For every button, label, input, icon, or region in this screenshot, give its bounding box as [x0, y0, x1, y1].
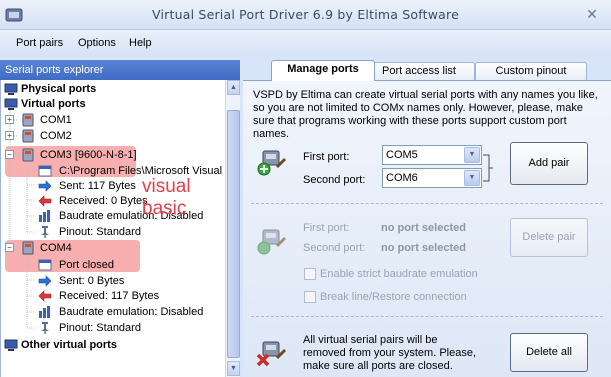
tab-custom-pinout[interactable]: Custom pinout — [475, 62, 587, 80]
application-icon — [38, 259, 52, 271]
collapse-toggle[interactable]: − — [5, 243, 14, 252]
second-port-label: Second port: — [303, 174, 366, 186]
tree-label: COM2 — [40, 130, 72, 142]
title-bar: Virtual Serial Port Driver 6.9 by Eltima… — [0, 0, 611, 30]
delete-first-port-label: First port: — [303, 222, 350, 234]
bar-chart-icon — [39, 210, 50, 222]
add-pair-button[interactable]: Add pair — [510, 142, 588, 185]
serial-ports-explorer: Physical ports Virtual ports + COM1 + CO… — [0, 80, 240, 377]
explorer-header: Serial ports explorer — [0, 60, 240, 80]
tree-label: Other virtual ports — [21, 339, 117, 351]
tree-label: COM1 — [40, 114, 72, 126]
computer-icon — [4, 339, 18, 351]
arrow-left-icon — [38, 195, 52, 207]
break-line-checkbox[interactable] — [304, 291, 316, 303]
scroll-down-button[interactable]: ▼ — [227, 361, 240, 376]
manage-ports-panel: VSPD by Eltima can create virtual serial… — [243, 80, 611, 377]
port-icon — [22, 129, 34, 143]
first-port-value: COM5 — [386, 149, 418, 161]
chevron-down-icon[interactable]: ▼ — [464, 147, 480, 163]
menu-options[interactable]: Options — [78, 37, 116, 49]
delete-pair-button[interactable]: Delete pair — [510, 218, 588, 257]
tree-label: Port closed — [59, 259, 115, 271]
strict-baudrate-label: Enable strict baudrate emulation — [320, 268, 478, 280]
scroll-up-button[interactable]: ▲ — [227, 80, 240, 95]
computer-icon — [4, 98, 18, 110]
break-line-label: Break line/Restore connection — [320, 291, 467, 303]
first-port-select[interactable]: COM5 ▼ — [382, 145, 482, 165]
tree-label: COM4 — [40, 242, 72, 254]
tree-label: Pinout: Standard — [59, 226, 141, 238]
delete-first-port-value: no port selected — [381, 222, 466, 234]
add-pair-icon — [257, 150, 287, 176]
delete-second-port-value: no port selected — [381, 242, 466, 254]
arrow-right-icon — [38, 275, 52, 287]
bracket-connector — [483, 154, 493, 182]
application-icon — [38, 165, 52, 177]
strict-baudrate-checkbox[interactable] — [304, 268, 316, 280]
tree-label: Sent: 0 Bytes — [59, 275, 125, 287]
delete-pair-icon — [257, 229, 287, 255]
delete-second-port-label: Second port: — [303, 242, 366, 254]
expand-toggle[interactable]: + — [5, 131, 14, 140]
port-icon — [22, 113, 34, 127]
close-button[interactable]: ✕ — [581, 4, 603, 24]
tree-label: Baudrate emulation: Disabled — [59, 306, 204, 318]
port-icon — [22, 241, 34, 255]
right-pane: Manage ports Port access list Custom pin… — [243, 58, 611, 377]
tree-label: Pinout: Standard — [59, 322, 141, 334]
arrow-right-icon — [38, 180, 52, 192]
tree-label: Virtual ports — [21, 98, 86, 110]
tree-label: Sent: 117 Bytes — [59, 180, 136, 192]
menu-port-pairs[interactable]: Port pairs — [16, 37, 63, 49]
bar-chart-icon — [39, 306, 50, 318]
tab-port-access-list[interactable]: Port access list — [363, 62, 475, 80]
arrow-left-icon — [38, 290, 52, 302]
delete-all-text: All virtual serial pairs will be removed… — [303, 334, 477, 372]
explorer-scrollbar[interactable]: ▲ ▼ — [225, 80, 240, 377]
tree-label: Received: 117 Bytes — [59, 290, 160, 302]
delete-all-button[interactable]: Delete all — [510, 333, 588, 372]
computer-icon — [4, 83, 18, 95]
tree-label: COM3 [9600-N-8-1] — [40, 149, 137, 161]
scroll-thumb[interactable] — [227, 110, 240, 358]
tab-manage-ports[interactable]: Manage ports — [271, 60, 375, 81]
expand-toggle[interactable]: + — [5, 115, 14, 124]
collapse-toggle[interactable]: − — [5, 150, 14, 159]
tree-label: Physical ports — [21, 83, 97, 95]
second-port-select[interactable]: COM6 ▼ — [382, 168, 482, 188]
pin-icon — [41, 226, 49, 238]
separator — [251, 203, 603, 204]
pin-icon — [41, 322, 49, 334]
port-icon — [22, 148, 34, 162]
first-port-label: First port: — [303, 151, 350, 163]
delete-all-icon — [256, 341, 287, 367]
description-text: VSPD by Eltima can create virtual serial… — [253, 89, 598, 140]
chevron-down-icon[interactable]: ▼ — [464, 170, 480, 186]
menu-help[interactable]: Help — [129, 37, 152, 49]
separator — [251, 316, 603, 317]
window-title: Virtual Serial Port Driver 6.9 by Eltima… — [152, 7, 459, 22]
menu-bar: Port pairs Options Help — [0, 30, 611, 56]
second-port-value: COM6 — [386, 172, 418, 184]
tree-label: Received: 0 Bytes — [59, 195, 148, 207]
